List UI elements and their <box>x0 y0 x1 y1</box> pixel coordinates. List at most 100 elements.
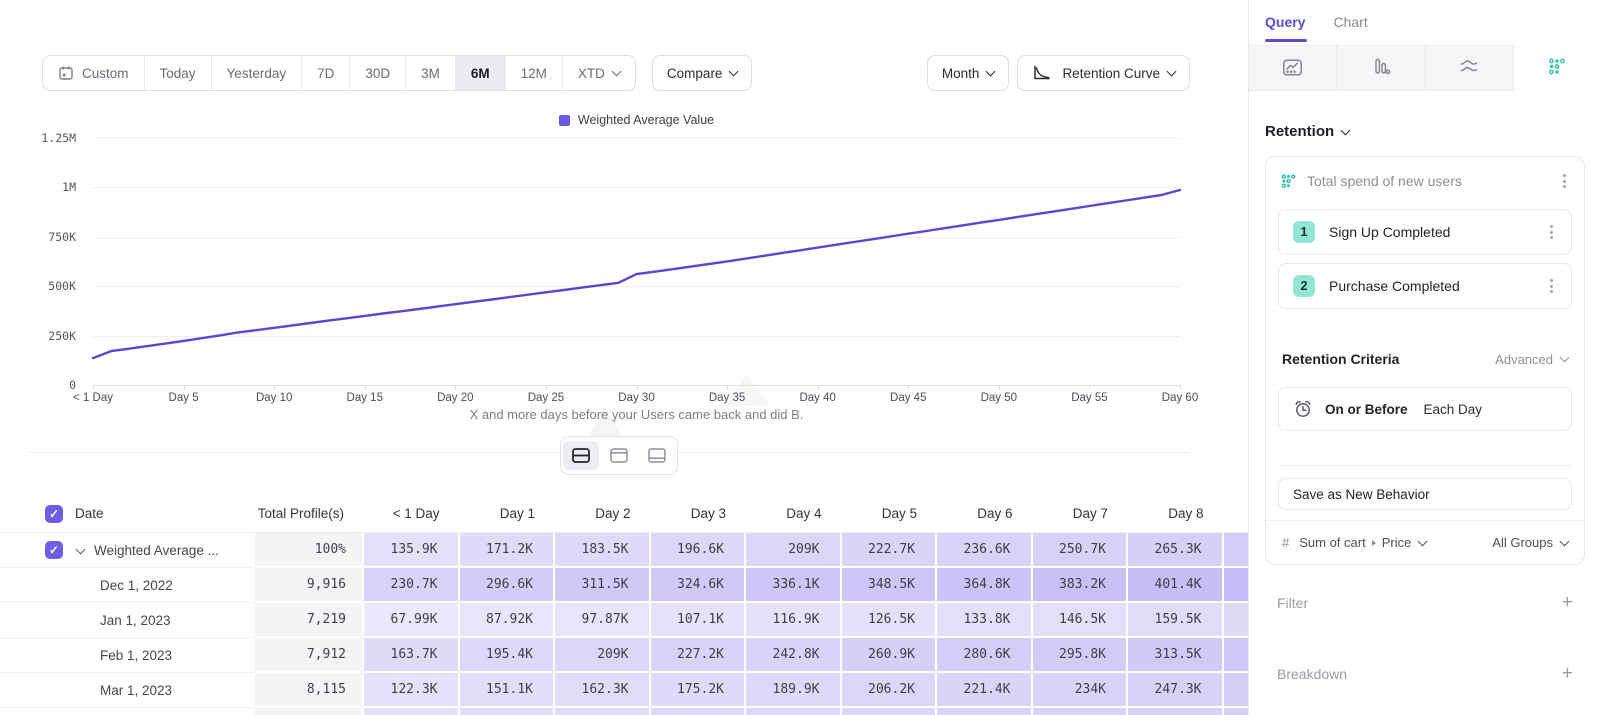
retention-value-cell: 122.3K <box>364 673 460 708</box>
chevron-down-icon <box>1167 67 1177 77</box>
x-axis-label: Day 40 <box>778 392 858 404</box>
step-event-label: Purchase Completed <box>1329 278 1546 294</box>
retention-line-chart: 1.25M1M750K500K250K0< 1 DayDay 5Day 10Da… <box>0 110 1248 440</box>
step-menu-kebab-icon[interactable] <box>1546 275 1557 297</box>
retention-value-cell <box>1224 603 1249 638</box>
x-axis-tick <box>1180 385 1181 389</box>
total-profiles-cell: 8,115 <box>255 673 364 708</box>
row-label: Jan 1, 2023 <box>100 613 171 628</box>
chevron-down-icon <box>1560 536 1570 546</box>
range-label: 7D <box>317 66 334 81</box>
retention-curve-line <box>93 110 1180 389</box>
table-row-label: ✓ Weighted Average ... <box>0 533 255 568</box>
range-label: 3M <box>421 66 440 81</box>
retention-value-cell: 133.8K <box>937 603 1033 638</box>
criteria-mode: On or Before <box>1325 402 1408 417</box>
step-number-badge: 2 <box>1293 275 1315 297</box>
retention-table: ✓DateTotal Profile(s)< 1 DayDay 1Day 2Da… <box>0 495 1248 715</box>
range-3m[interactable]: 3M <box>406 56 456 90</box>
retention-value-cell: 280.6K <box>937 638 1033 673</box>
chart-type-button[interactable]: Retention Curve <box>1017 55 1190 91</box>
range-6m[interactable]: 6M <box>456 56 506 90</box>
retention-value-cell: 206.2K <box>842 673 938 708</box>
range-12m[interactable]: 12M <box>506 56 563 90</box>
y-axis-label: 500K <box>10 279 76 293</box>
row-label: Feb 1, 2023 <box>100 648 172 663</box>
range-xtd[interactable]: XTD <box>563 56 635 90</box>
measure-selector[interactable]: Sum of cart Price <box>1299 535 1426 550</box>
layout-bottom-icon[interactable] <box>639 441 675 470</box>
select-all-checkbox[interactable]: ✓ <box>45 505 63 523</box>
flows-icon[interactable] <box>1426 44 1514 90</box>
layout-top-icon[interactable] <box>601 441 637 470</box>
table-header-cell: Day 5 <box>842 495 938 533</box>
insights-icon[interactable] <box>1249 44 1337 90</box>
retention-value-cell: 126.5K <box>842 603 938 638</box>
measure-row: # Sum of cart Price All Groups <box>1266 520 1584 564</box>
behavior-title: Total spend of new users <box>1307 173 1559 189</box>
retention-value-cell <box>1224 708 1249 715</box>
table-header-cell: Day 1 <box>460 495 556 533</box>
step-menu-kebab-icon[interactable] <box>1546 221 1557 243</box>
retention-value-cell: 222.7K <box>842 533 938 568</box>
row-checkbox[interactable]: ✓ <box>45 541 63 559</box>
behavior-menu-kebab-icon[interactable] <box>1559 170 1570 192</box>
table-row-label: Mar 1, 2023 <box>0 673 255 708</box>
retention-value-cell <box>651 708 747 715</box>
chart-toolbar: CustomTodayYesterday 7D 30D 3M 6M 12M XTD Comp… <box>42 55 1190 91</box>
retention-value-cell: 364.8K <box>937 568 1033 603</box>
retention-value-cell: 135.9K <box>364 533 460 568</box>
behavior-step-2[interactable]: 2 Purchase Completed <box>1278 263 1572 309</box>
report-section-header[interactable]: Retention <box>1265 123 1585 140</box>
x-axis-label: Day 45 <box>868 392 948 404</box>
retention-value-cell <box>937 708 1033 715</box>
funnels-icon[interactable] <box>1337 44 1425 90</box>
behavior-step-1[interactable]: 1Sign Up Completed <box>1278 209 1572 255</box>
retention-value-cell <box>460 708 556 715</box>
layout-toggle-group <box>560 436 678 475</box>
x-axis-label: Day 50 <box>959 392 1039 404</box>
table-header-cell: Day 4 <box>746 495 842 533</box>
chevron-down-icon[interactable] <box>76 544 86 554</box>
range-custom[interactable]: Custom <box>43 56 145 90</box>
add-breakdown-button[interactable]: + <box>1562 664 1573 683</box>
row-label: Weighted Average ... <box>94 543 219 558</box>
number-type-icon: # <box>1282 535 1289 550</box>
chart-type-label: Retention Curve <box>1062 66 1160 81</box>
retention-value-cell: 97.87K <box>555 603 651 638</box>
add-filter-button[interactable]: + <box>1562 593 1573 612</box>
table-header-cell: Total Profile(s) <box>255 495 364 533</box>
table-header-cell: ✓Date <box>0 495 255 533</box>
step-number-badge: 1 <box>1293 221 1315 243</box>
x-axis-label: Day 35 <box>687 392 767 404</box>
save-as-new-behavior-button[interactable]: Save as New Behavior <box>1278 478 1572 510</box>
retention-value-cell <box>364 708 460 715</box>
range-7d[interactable]: 7D <box>302 56 350 90</box>
compare-button[interactable]: Compare <box>652 55 753 91</box>
range-yesterday[interactable]: Yesterday <box>212 56 303 90</box>
groups-selector[interactable]: All Groups <box>1492 535 1568 550</box>
calendar-icon <box>58 65 74 81</box>
range-today[interactable]: Today <box>145 56 212 90</box>
range-label: XTD <box>578 66 605 81</box>
total-profiles-cell: 9,916 <box>255 568 364 603</box>
range-label: 12M <box>521 66 547 81</box>
retention-value-cell: 313.5K <box>1128 638 1224 673</box>
advanced-toggle[interactable]: Advanced <box>1495 352 1568 367</box>
layout-split-icon[interactable] <box>563 441 599 470</box>
tab-chart[interactable]: Chart <box>1333 0 1367 44</box>
retention-value-cell <box>1224 568 1249 603</box>
retention-value-cell: 159.5K <box>1128 603 1224 638</box>
retention-curve-icon <box>1032 65 1052 81</box>
retention-value-cell: 116.9K <box>746 603 842 638</box>
retention-criteria-label: Retention Criteria <box>1282 351 1495 367</box>
tab-query[interactable]: Query <box>1265 0 1305 44</box>
retention-icon[interactable] <box>1514 44 1600 91</box>
retention-value-cell: 162.3K <box>555 673 651 708</box>
granularity-button[interactable]: Month <box>927 55 1010 91</box>
criteria-card[interactable]: On or Before Each Day <box>1278 387 1572 431</box>
retention-value-cell: 250.7K <box>1033 533 1129 568</box>
retention-value-cell <box>746 708 842 715</box>
table-row-label: Feb 1, 2023 <box>0 638 255 673</box>
range-30d[interactable]: 30D <box>350 56 406 90</box>
